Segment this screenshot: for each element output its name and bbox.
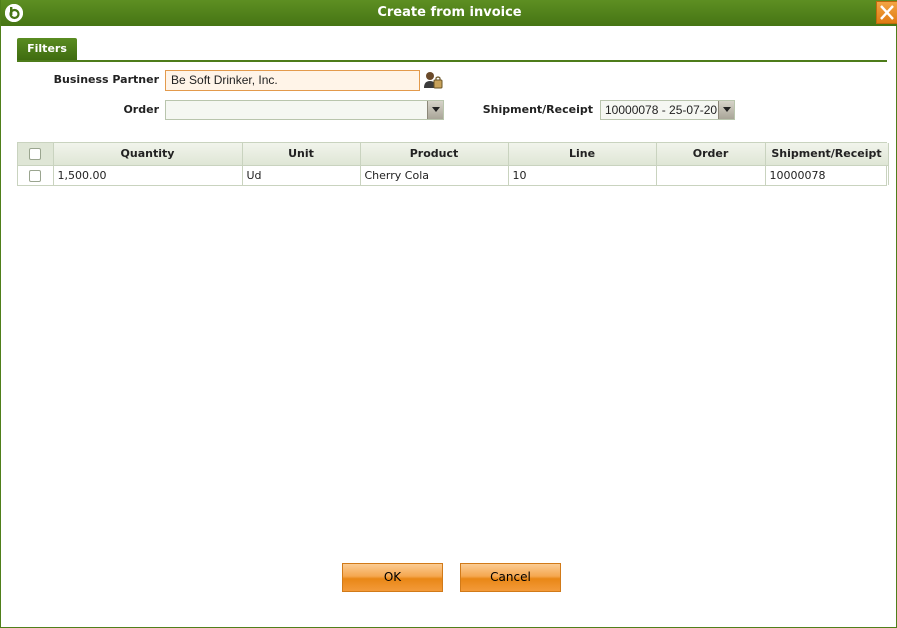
business-partner-search-button[interactable] [422, 70, 444, 91]
select-all-cell [18, 143, 54, 166]
column-header-shipment-receipt[interactable]: Shipment/Receipt [765, 143, 889, 166]
cancel-button[interactable]: Cancel [460, 563, 561, 592]
invoice-lines-grid: Quantity Unit Product Line Order Shipmen… [17, 142, 889, 186]
business-partner-label: Business Partner [53, 73, 159, 86]
shipment-receipt-label: Shipment/Receipt [482, 103, 593, 116]
cell-shipment-receipt: 10000078 [765, 165, 889, 185]
column-header-product[interactable]: Product [360, 143, 509, 166]
cell-order [656, 165, 766, 185]
chevron-down-icon [432, 107, 440, 112]
column-header-order[interactable]: Order [656, 143, 766, 166]
select-all-checkbox[interactable] [29, 148, 42, 161]
dialog-title: Create from invoice [377, 5, 522, 20]
chevron-down-icon [723, 107, 731, 112]
tab-bar: Filters [17, 38, 887, 62]
grid-header-row: Quantity Unit Product Line Order Shipmen… [18, 143, 889, 166]
cell-line: 10 [508, 165, 657, 185]
shipment-receipt-dropdown-button[interactable] [718, 101, 734, 119]
order-label: Order [123, 103, 159, 116]
cell-product: Cherry Cola [360, 165, 509, 185]
row-select-cell [18, 165, 54, 185]
cell-quantity: 1,500.00 [53, 165, 243, 185]
business-partner-search-icon [424, 72, 443, 89]
ok-button[interactable]: OK [342, 563, 443, 592]
table-row[interactable]: 1,500.00 Ud Cherry Cola 10 10000078 [18, 165, 889, 185]
cell-unit: Ud [242, 165, 361, 185]
order-dropdown-button[interactable] [427, 101, 443, 119]
business-partner-field[interactable]: Be Soft Drinker, Inc. [165, 70, 420, 91]
title-bar: Create from invoice [1, 0, 897, 26]
app-logo-icon [5, 4, 23, 22]
close-icon [880, 5, 894, 20]
order-select[interactable] [165, 100, 444, 120]
column-header-unit[interactable]: Unit [242, 143, 361, 166]
tab-filters[interactable]: Filters [17, 38, 77, 60]
shipment-receipt-select-value: 10000078 - 25-07-20 [605, 103, 718, 117]
close-button[interactable] [876, 1, 897, 24]
column-header-line[interactable]: Line [508, 143, 657, 166]
shipment-receipt-select[interactable]: 10000078 - 25-07-20 [600, 100, 735, 120]
column-header-quantity[interactable]: Quantity [53, 143, 243, 166]
create-from-invoice-dialog: Create from invoice Filters Business Par… [0, 0, 897, 628]
row-select-checkbox[interactable] [29, 169, 42, 182]
